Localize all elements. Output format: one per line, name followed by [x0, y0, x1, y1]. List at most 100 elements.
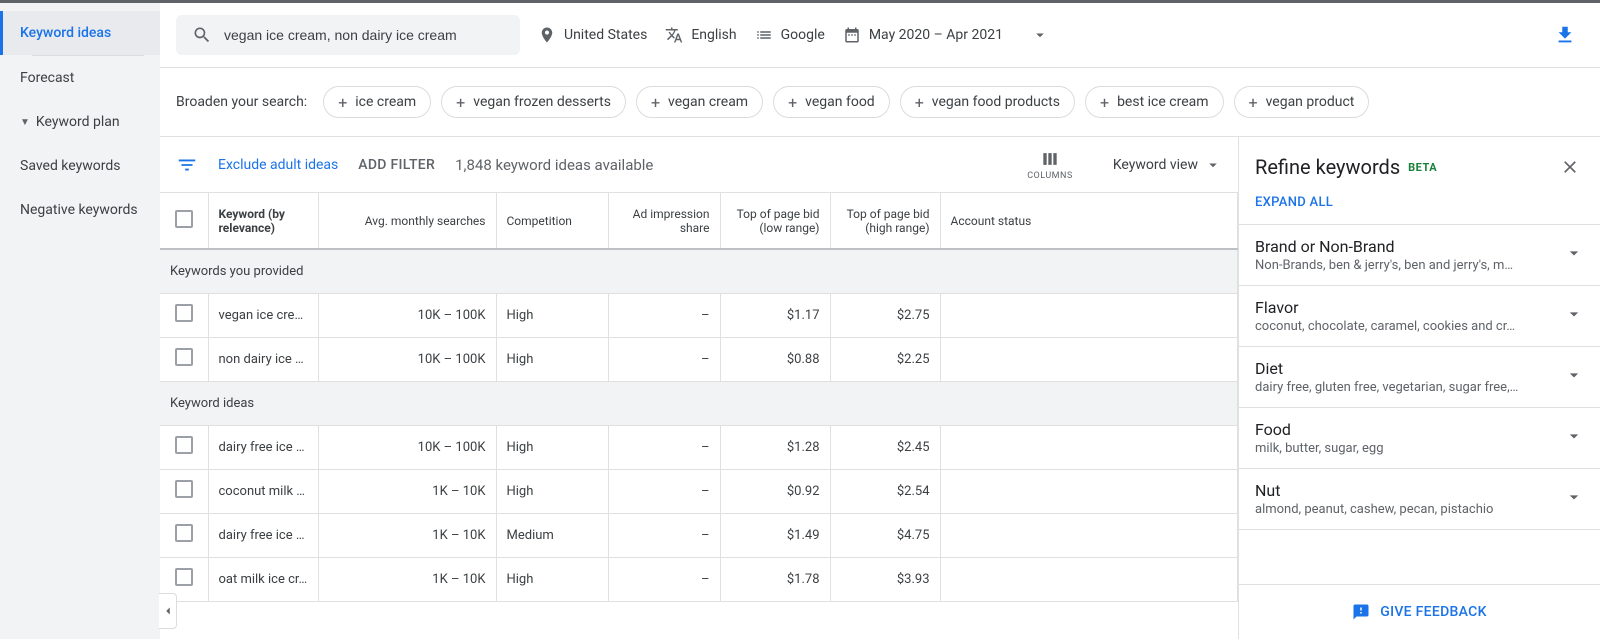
language-selector[interactable]: English [665, 26, 736, 44]
table-row[interactable]: coconut milk i… 1K – 10K High – $0.92 $2… [160, 469, 1238, 513]
avg-cell: 1K – 10K [318, 469, 496, 513]
refine-category-title: Food [1255, 420, 1564, 439]
header-keyword[interactable]: Keyword (by relevance) [208, 193, 318, 249]
bid-low-cell: $1.78 [720, 557, 830, 601]
account-cell [940, 469, 1238, 513]
search-icon [192, 25, 212, 45]
exclude-adult-ideas[interactable]: Exclude adult ideas [218, 157, 338, 173]
chip-vegan-product[interactable]: +vegan product [1234, 86, 1370, 118]
chip-best-ice-cream[interactable]: +best ice cream [1085, 86, 1224, 118]
competition-cell: High [496, 425, 608, 469]
table-row[interactable]: dairy free ice … 1K – 10K Medium – $1.49… [160, 513, 1238, 557]
refine-category-sub: almond, peanut, cashew, pecan, pistachio [1255, 502, 1564, 517]
row-checkbox[interactable] [175, 304, 193, 322]
location-label: United States [564, 27, 647, 43]
chip-vegan-cream[interactable]: +vegan cream [636, 86, 763, 118]
search-box[interactable] [176, 15, 520, 55]
refine-category-title: Nut [1255, 481, 1564, 500]
beta-badge: BETA [1408, 161, 1437, 174]
add-filter-button[interactable]: ADD FILTER [358, 157, 435, 173]
row-checkbox[interactable] [175, 480, 193, 498]
plus-icon: + [338, 93, 347, 112]
refine-category-brand[interactable]: Brand or Non-Brand Non-Brands, ben & jer… [1239, 225, 1600, 286]
sidebar-item-forecast[interactable]: Forecast [0, 56, 160, 100]
table-row[interactable]: dairy free ice … 10K – 100K High – $1.28… [160, 425, 1238, 469]
keyword-cell: dairy free ice … [208, 513, 318, 557]
date-range-selector[interactable]: May 2020 – Apr 2021 [843, 26, 1049, 44]
chevron-down-icon [1564, 487, 1584, 507]
give-feedback-button[interactable]: GIVE FEEDBACK [1239, 584, 1600, 639]
sidebar-item-keyword-ideas[interactable]: Keyword ideas [0, 11, 160, 55]
download-button[interactable] [1554, 24, 1576, 46]
table-row[interactable]: vegan ice cre… 10K – 100K High – $1.17 $… [160, 293, 1238, 337]
search-input[interactable] [224, 27, 504, 43]
bid-high-cell: $2.45 [830, 425, 940, 469]
refine-category-food[interactable]: Food milk, butter, sugar, egg [1239, 408, 1600, 469]
ideas-count: 1,848 keyword ideas available [455, 156, 653, 174]
keyword-cell: coconut milk i… [208, 469, 318, 513]
avg-cell: 1K – 10K [318, 513, 496, 557]
header-bid-high[interactable]: Top of page bid (high range) [830, 193, 940, 249]
date-range-label: May 2020 – Apr 2021 [869, 27, 1003, 43]
network-selector[interactable]: Google [755, 26, 825, 44]
table-row[interactable]: non dairy ice … 10K – 100K High – $0.88 … [160, 337, 1238, 381]
row-checkbox[interactable] [175, 436, 193, 454]
row-checkbox[interactable] [175, 568, 193, 586]
columns-button[interactable]: COLUMNS [1027, 149, 1073, 181]
select-all-checkbox[interactable] [175, 210, 193, 228]
header-bid-low[interactable]: Top of page bid (low range) [720, 193, 830, 249]
competition-cell: High [496, 293, 608, 337]
refine-title: Refine keywords [1255, 155, 1400, 179]
impression-cell: – [608, 513, 720, 557]
header-avg[interactable]: Avg. monthly searches [318, 193, 496, 249]
keyword-cell: dairy free ice … [208, 425, 318, 469]
chip-vegan-frozen-desserts[interactable]: +vegan frozen desserts [441, 86, 626, 118]
refine-category-flavor[interactable]: Flavor coconut, chocolate, caramel, cook… [1239, 286, 1600, 347]
refine-category-sub: coconut, chocolate, caramel, cookies and… [1255, 319, 1564, 334]
location-icon [538, 26, 556, 44]
row-checkbox[interactable] [175, 348, 193, 366]
header-impression[interactable]: Ad impression share [608, 193, 720, 249]
control-bar: United States English Google May 2020 – … [160, 3, 1600, 68]
chip-vegan-food-products[interactable]: +vegan food products [900, 86, 1075, 118]
caret-down-icon: ▼ [20, 117, 30, 128]
impression-cell: – [608, 469, 720, 513]
columns-label: COLUMNS [1027, 171, 1073, 181]
bid-high-cell: $2.25 [830, 337, 940, 381]
expand-all-button[interactable]: EXPAND ALL [1239, 189, 1600, 225]
sidebar-item-negative-keywords[interactable]: Negative keywords [0, 188, 160, 232]
chip-vegan-food[interactable]: +vegan food [773, 86, 890, 118]
calendar-icon [843, 26, 861, 44]
header-account[interactable]: Account status [940, 193, 1238, 249]
avg-cell: 10K – 100K [318, 337, 496, 381]
section-provided: Keywords you provided [160, 249, 1238, 293]
sidebar-item-keyword-plan[interactable]: ▼ Keyword plan [0, 100, 160, 144]
chip-ice-cream[interactable]: +ice cream [323, 86, 431, 118]
refine-category-nut[interactable]: Nut almond, peanut, cashew, pecan, pista… [1239, 469, 1600, 530]
impression-cell: – [608, 425, 720, 469]
row-checkbox[interactable] [175, 524, 193, 542]
table-toolbar: Exclude adult ideas ADD FILTER 1,848 key… [160, 137, 1238, 193]
keyword-view-dropdown[interactable]: Keyword view [1113, 156, 1222, 174]
avg-cell: 10K – 100K [318, 293, 496, 337]
sidebar-item-saved-keywords[interactable]: Saved keywords [0, 144, 160, 188]
location-selector[interactable]: United States [538, 26, 647, 44]
collapse-sidebar-toggle[interactable] [159, 593, 177, 629]
bid-low-cell: $1.49 [720, 513, 830, 557]
bid-low-cell: $1.17 [720, 293, 830, 337]
refine-category-diet[interactable]: Diet dairy free, gluten free, vegetarian… [1239, 347, 1600, 408]
dropdown-icon [1031, 26, 1049, 44]
refine-category-title: Diet [1255, 359, 1564, 378]
refine-category-sub: Non-Brands, ben & jerry's, ben and jerry… [1255, 258, 1564, 273]
competition-cell: High [496, 469, 608, 513]
refine-category-sub: dairy free, gluten free, vegetarian, sug… [1255, 380, 1564, 395]
bid-high-cell: $2.54 [830, 469, 940, 513]
refine-category-sub: milk, butter, sugar, egg [1255, 441, 1564, 456]
close-button[interactable] [1556, 153, 1584, 181]
account-cell [940, 513, 1238, 557]
table-row[interactable]: oat milk ice cr… 1K – 10K High – $1.78 $… [160, 557, 1238, 601]
keyword-cell: non dairy ice … [208, 337, 318, 381]
header-competition[interactable]: Competition [496, 193, 608, 249]
account-cell [940, 293, 1238, 337]
filter-icon[interactable] [176, 154, 198, 176]
